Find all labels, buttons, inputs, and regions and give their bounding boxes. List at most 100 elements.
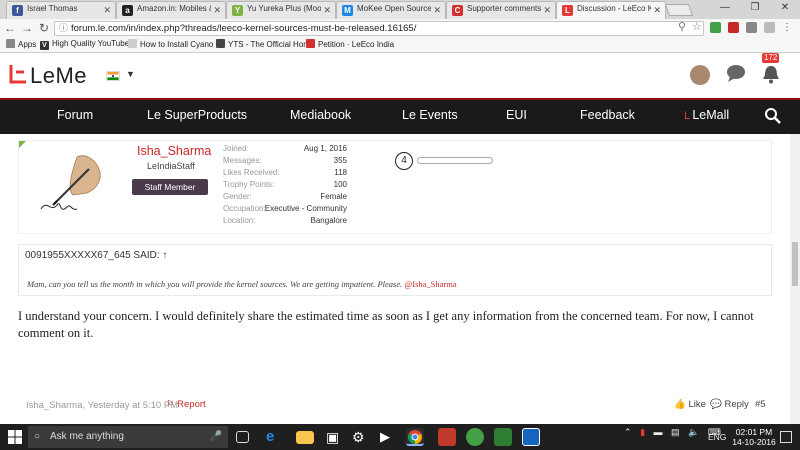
app-icon[interactable] <box>466 428 484 446</box>
stat-trophy: Trophy Points: 100 <box>223 179 347 191</box>
post-number-link[interactable]: #5 <box>755 399 766 410</box>
chat-icon[interactable] <box>726 64 746 82</box>
bookmark-item[interactable]: YTS - The Official Hom <box>216 39 310 49</box>
bell-icon[interactable] <box>761 64 781 84</box>
leme-logo-icon <box>9 65 26 84</box>
close-tab-icon[interactable]: ✕ <box>213 5 221 16</box>
microphone-icon[interactable]: 🎤 <box>210 426 222 448</box>
stat-location: Location: Bangalore <box>223 215 347 227</box>
nav-le-events[interactable]: Le Events <box>402 108 458 122</box>
bookmark-apps[interactable]: Apps <box>6 39 36 49</box>
close-tab-icon[interactable]: ✕ <box>323 5 331 16</box>
bookmark-label: How to Install Cyano <box>140 40 214 49</box>
mention-link[interactable]: @Isha_Sharma <box>404 279 456 289</box>
stat-label: Location: <box>223 216 256 225</box>
chevron-down-icon[interactable]: ▼ <box>126 69 135 79</box>
extension-icon[interactable] <box>746 22 757 33</box>
user-avatar-signature-icon[interactable] <box>37 149 109 217</box>
search-icon[interactable] <box>764 107 782 125</box>
india-flag-icon[interactable] <box>106 71 120 81</box>
amazon-icon: a <box>122 5 133 16</box>
user-avatar[interactable] <box>690 65 710 85</box>
browser-tab[interactable]: C Supporter comments | L ✕ <box>446 1 556 19</box>
windows-start-icon[interactable] <box>8 430 22 444</box>
back-icon[interactable]: ← <box>3 21 17 35</box>
user-title: LeIndiaStaff <box>147 161 195 171</box>
restore-icon[interactable]: ❐ <box>740 0 770 18</box>
quote-text: Mam, can you tell us the month in which … <box>27 279 457 289</box>
tab-title: MoKee Open Source D <box>357 4 431 13</box>
forward-icon[interactable]: → <box>20 21 34 35</box>
close-tab-icon[interactable]: ✕ <box>103 5 111 16</box>
tray-app-icon[interactable]: ▮ <box>640 427 645 437</box>
edge-icon[interactable]: e <box>266 428 284 446</box>
browser-tab[interactable]: M MoKee Open Source D ✕ <box>336 1 446 19</box>
menu-icon[interactable]: ⋮ <box>782 22 792 33</box>
page-info-icon[interactable]: ⓘ <box>59 22 68 35</box>
tab-title: Yu Yureka Plus (Moon D <box>247 4 321 13</box>
action-center-icon[interactable] <box>780 431 792 443</box>
report-button[interactable]: ⚐ Report <box>166 399 206 410</box>
cortana-icon: ○ <box>34 431 41 442</box>
like-button[interactable]: 👍 Like <box>674 399 706 410</box>
quote-block: 0091955XXXXX67_645 SAID: ↑ Mam, can you … <box>18 244 772 296</box>
stat-value: 100 <box>333 180 347 189</box>
page-scrollbar[interactable] <box>790 134 800 424</box>
app-icon[interactable] <box>438 428 456 446</box>
stat-value: 355 <box>333 156 347 165</box>
reload-icon[interactable]: ↻ <box>37 21 51 35</box>
extension-icon[interactable] <box>764 22 775 33</box>
scrollbar-thumb[interactable] <box>792 242 798 286</box>
post-meta[interactable]: Isha_Sharma, Yesterday at 5:10 PM <box>26 400 178 411</box>
stat-value: Female <box>320 192 347 201</box>
store-icon[interactable]: ▣ <box>326 428 344 446</box>
chrome-taskbar-button[interactable] <box>406 428 424 446</box>
close-window-icon[interactable]: ✕ <box>770 0 800 18</box>
nav-le-superproducts[interactable]: Le SuperProducts <box>147 108 247 122</box>
media-player-icon[interactable]: ▶ <box>380 428 398 446</box>
quote-header[interactable]: 0091955XXXXX67_645 SAID: ↑ <box>25 250 167 261</box>
extension-icon[interactable] <box>710 22 721 33</box>
settings-gear-icon[interactable]: ⚙ <box>352 428 370 446</box>
extension-icon[interactable] <box>728 22 739 33</box>
browser-tab[interactable]: Y Yu Yureka Plus (Moon D ✕ <box>226 1 336 19</box>
close-tab-icon[interactable]: ✕ <box>433 5 441 16</box>
minimize-icon[interactable]: — <box>710 0 740 18</box>
nav-feedback[interactable]: Feedback <box>580 108 635 122</box>
browser-tab[interactable]: a Amazon.in: Mobiles & A ✕ <box>116 1 226 19</box>
nav-lemall[interactable]: ᒪ LeMall <box>684 108 729 122</box>
app-icon[interactable] <box>494 428 512 446</box>
post-body: I understand your concern. I would defin… <box>18 309 754 340</box>
nav-mediabook[interactable]: Mediabook <box>290 108 351 122</box>
search-icon[interactable]: ⚲ <box>678 20 686 33</box>
taskbar-search-box[interactable]: ○ Ask me anything 🎤 <box>28 426 228 448</box>
bookmark-star-icon[interactable]: ☆ <box>692 20 702 33</box>
volume-icon[interactable]: 🔈 <box>688 427 699 437</box>
url-field[interactable]: ⓘ forum.le.com/in/index.php?threads/leec… <box>54 21 704 36</box>
network-icon[interactable]: ▤ <box>671 427 680 437</box>
chevron-up-icon[interactable]: ⌃ <box>624 427 632 437</box>
close-tab-icon[interactable]: ✕ <box>543 5 551 16</box>
new-tab-button[interactable] <box>664 4 694 16</box>
bookmark-item[interactable]: How to Install Cyano <box>128 39 213 49</box>
username-link[interactable]: Isha_Sharma <box>137 144 211 158</box>
file-explorer-icon[interactable] <box>296 431 314 444</box>
apps-icon <box>6 39 15 48</box>
browser-tab-strip: f Israel Thomas ✕ a Amazon.in: Mobiles &… <box>0 0 800 19</box>
input-language[interactable]: ENG <box>708 432 726 442</box>
corner-marker <box>19 141 26 148</box>
taskbar-clock[interactable]: 02:01 PM 14-10-2016 <box>732 427 776 447</box>
task-view-icon[interactable] <box>236 431 249 443</box>
reply-button[interactable]: 💬 Reply <box>710 399 749 410</box>
browser-tab-active[interactable]: L Discussion - LeEco Kern ✕ <box>556 1 666 19</box>
nav-forum[interactable]: Forum <box>57 108 93 122</box>
tray-app-icon[interactable]: ▬ <box>654 427 663 437</box>
stat-value: 118 <box>334 168 347 177</box>
nav-eui[interactable]: EUI <box>506 108 527 122</box>
yts-icon <box>216 39 225 48</box>
close-tab-icon[interactable]: ✕ <box>653 5 661 16</box>
bookmark-item[interactable]: V High Quality YouTube <box>40 39 129 50</box>
app-icon[interactable] <box>522 428 540 446</box>
bookmark-item[interactable]: Petition · LeEco India <box>306 39 394 49</box>
browser-tab[interactable]: f Israel Thomas ✕ <box>6 1 116 19</box>
